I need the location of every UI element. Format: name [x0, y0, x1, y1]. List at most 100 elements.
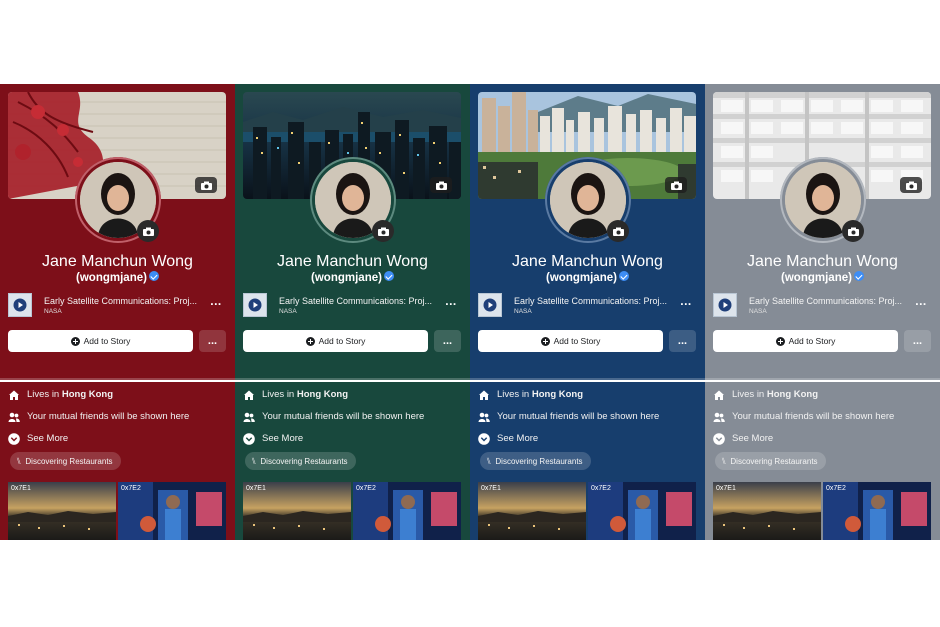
avatar-camera-button[interactable] — [137, 220, 159, 242]
chevron-down-icon — [478, 433, 490, 445]
add-to-story-button[interactable]: Add to Story — [478, 330, 663, 352]
cover-camera-button[interactable] — [665, 177, 687, 193]
featured-photo-1[interactable]: 0x7E1 — [243, 482, 351, 540]
see-more-row[interactable]: See More — [8, 432, 228, 446]
profile-more-button[interactable]: ... — [904, 330, 931, 352]
camera-icon — [905, 181, 917, 190]
see-more-row[interactable]: See More — [243, 432, 463, 446]
see-more-link[interactable]: See More — [497, 432, 538, 446]
fork-knife-icon: ⑊ — [486, 456, 492, 466]
cover-camera-button[interactable] — [195, 177, 217, 193]
mutual-friends-row: Your mutual friends will be shown here — [243, 410, 463, 424]
camera-icon — [435, 181, 447, 190]
friends-icon — [478, 412, 490, 422]
avatar-camera-button[interactable] — [607, 220, 629, 242]
see-more-row[interactable]: See More — [713, 432, 933, 446]
featured-photo-2[interactable]: 0x7E2 — [588, 482, 696, 540]
profile-more-button[interactable]: ... — [669, 330, 696, 352]
cover-camera-button[interactable] — [900, 177, 922, 193]
profile-name: Jane Manchun Wong — [512, 253, 663, 270]
song-thumbnail — [8, 293, 32, 317]
featured-photo-1[interactable]: 0x7E1 — [8, 482, 116, 540]
interest-chip[interactable]: ⑊ Discovering Restaurants — [480, 452, 591, 470]
featured-photo-2[interactable]: 0x7E2 — [823, 482, 931, 540]
add-to-story-button[interactable]: Add to Story — [713, 330, 898, 352]
verified-badge-icon — [148, 271, 159, 281]
song-artist: NASA — [514, 308, 532, 315]
lives-in-city[interactable]: Hong Kong — [532, 389, 583, 400]
mutual-friends-row: Your mutual friends will be shown here — [713, 410, 933, 424]
camera-icon — [612, 227, 624, 236]
cover-camera-button[interactable] — [430, 177, 452, 193]
intro-section: Lives in Hong Kong Your mutual friends w… — [0, 382, 235, 540]
home-icon — [9, 390, 19, 400]
fork-knife-icon: ⑊ — [721, 456, 727, 466]
profile-handle-row: (wongmjane) — [0, 270, 235, 286]
interest-chip[interactable]: ⑊ Discovering Restaurants — [715, 452, 826, 470]
song-more-button[interactable]: ... — [443, 294, 459, 308]
camera-icon — [847, 227, 859, 236]
lives-in-city[interactable]: Hong Kong — [297, 389, 348, 400]
avatar-camera-button[interactable] — [842, 220, 864, 242]
featured-photo-1[interactable]: 0x7E1 — [713, 482, 821, 540]
friends-icon — [713, 412, 725, 422]
profile-more-button[interactable]: ... — [199, 330, 226, 352]
see-more-link[interactable]: See More — [27, 432, 68, 446]
song-more-button[interactable]: ... — [678, 294, 694, 308]
featured-photo-1-label: 0x7E1 — [246, 485, 266, 492]
featured-photos: 0x7E1 0x7E2 — [243, 482, 461, 540]
interest-chip-label: Discovering Restaurants — [260, 457, 348, 466]
interest-chip-label: Discovering Restaurants — [730, 457, 818, 466]
song-more-button[interactable]: ... — [913, 294, 929, 308]
profile-song[interactable]: Early Satellite Communications: Proj... … — [8, 293, 227, 317]
featured-photo-1-label: 0x7E1 — [716, 485, 736, 492]
interest-chip[interactable]: ⑊ Discovering Restaurants — [245, 452, 356, 470]
play-icon — [483, 298, 497, 312]
lives-in-city[interactable]: Hong Kong — [62, 389, 113, 400]
song-title: Early Satellite Communications: Proj... — [514, 296, 668, 306]
profile-name: Jane Manchun Wong — [747, 253, 898, 270]
profile-name: Jane Manchun Wong — [277, 253, 428, 270]
avatar-camera-button[interactable] — [372, 220, 394, 242]
profile-handle: (wongmjane) — [311, 272, 382, 284]
home-icon — [244, 390, 254, 400]
interest-chip[interactable]: ⑊ Discovering Restaurants — [10, 452, 121, 470]
home-icon — [479, 390, 489, 400]
play-icon — [248, 298, 262, 312]
add-to-story-button[interactable]: Add to Story — [243, 330, 428, 352]
featured-photo-2-label: 0x7E2 — [356, 485, 376, 492]
see-more-row[interactable]: See More — [478, 432, 698, 446]
lives-in-prefix: Lives in — [732, 389, 767, 400]
featured-photo-2-label: 0x7E2 — [121, 485, 141, 492]
profile-handle: (wongmjane) — [76, 272, 147, 284]
add-to-story-button[interactable]: Add to Story — [8, 330, 193, 352]
song-thumbnail — [478, 293, 502, 317]
profile-song[interactable]: Early Satellite Communications: Proj... … — [713, 293, 932, 317]
interest-chip-label: Discovering Restaurants — [25, 457, 113, 466]
featured-photo-1-label: 0x7E1 — [481, 485, 501, 492]
lives-in-city[interactable]: Hong Kong — [767, 389, 818, 400]
camera-icon — [200, 181, 212, 190]
see-more-link[interactable]: See More — [732, 432, 773, 446]
song-title: Early Satellite Communications: Proj... — [44, 296, 198, 306]
play-icon — [718, 298, 732, 312]
featured-photo-2[interactable]: 0x7E2 — [118, 482, 226, 540]
song-title: Early Satellite Communications: Proj... — [279, 296, 433, 306]
fork-knife-icon: ⑊ — [251, 456, 257, 466]
profile-song[interactable]: Early Satellite Communications: Proj... … — [243, 293, 462, 317]
see-more-link[interactable]: See More — [262, 432, 303, 446]
featured-photo-2[interactable]: 0x7E2 — [353, 482, 461, 540]
featured-photo-1[interactable]: 0x7E1 — [478, 482, 586, 540]
profile-more-button[interactable]: ... — [434, 330, 461, 352]
song-artist: NASA — [44, 308, 62, 315]
friends-icon — [8, 412, 20, 422]
song-thumbnail — [243, 293, 267, 317]
song-more-button[interactable]: ... — [208, 294, 224, 308]
intro-section: Lives in Hong Kong Your mutual friends w… — [705, 382, 940, 540]
song-artist: NASA — [279, 308, 297, 315]
verified-badge-icon — [383, 271, 394, 281]
lives-in-prefix: Lives in — [262, 389, 297, 400]
profile-panel-gray: Jane Manchun Wong (wongmjane) Early Sate… — [705, 84, 940, 540]
profile-song[interactable]: Early Satellite Communications: Proj... … — [478, 293, 697, 317]
chevron-down-icon — [8, 433, 20, 445]
